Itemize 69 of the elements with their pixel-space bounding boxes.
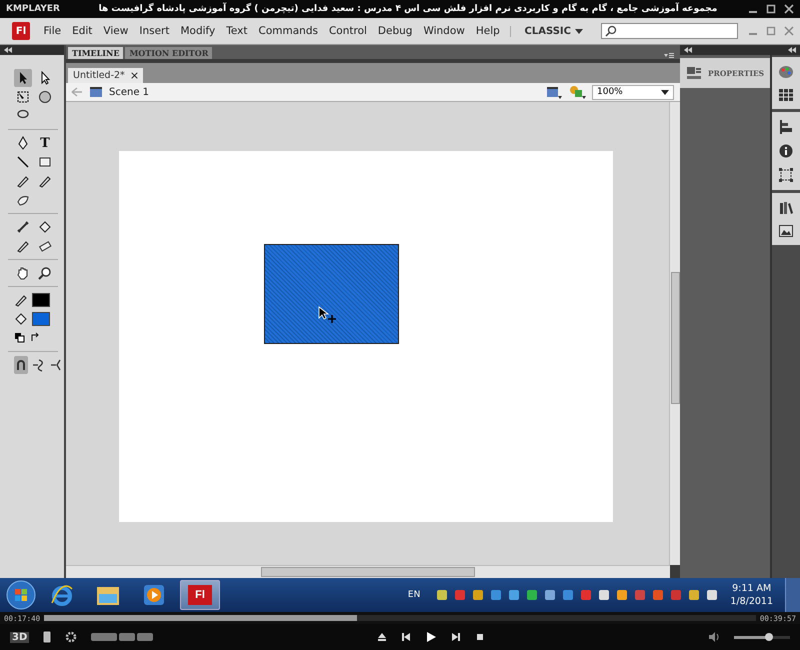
eject-icon[interactable]	[376, 632, 387, 642]
rectangle-shape[interactable]	[264, 244, 399, 344]
menu-item[interactable]: Insert	[134, 25, 175, 37]
app-logo: Fl	[12, 22, 30, 40]
properties-icon	[686, 66, 702, 80]
start-button-icon[interactable]	[6, 580, 36, 610]
maximize-icon[interactable]	[766, 4, 776, 14]
next-icon[interactable]	[450, 632, 461, 642]
shapes-icon[interactable]	[568, 85, 586, 99]
info-icon[interactable]	[779, 144, 794, 158]
scene-icon	[89, 86, 103, 98]
settings-icon[interactable]	[65, 631, 78, 643]
search-icon	[605, 25, 617, 37]
seek-bar[interactable]	[44, 615, 756, 621]
close-tab-button[interactable]: ×	[130, 69, 140, 82]
close-icon[interactable]	[784, 4, 794, 14]
3d-button[interactable]: 3D	[10, 632, 30, 642]
document-tab[interactable]: Untitled-2* ×	[68, 68, 144, 83]
menu-item[interactable]: Text	[220, 25, 254, 37]
caret-icon	[661, 90, 669, 94]
menu-item[interactable]: Control	[323, 25, 372, 37]
volume-slider[interactable]	[734, 636, 790, 638]
search-field[interactable]	[601, 23, 738, 39]
panel-tab[interactable]: MOTION EDITOR	[125, 47, 212, 59]
menu-item[interactable]: Edit	[66, 25, 98, 37]
menu-item[interactable]: Debug	[372, 25, 418, 37]
caret-icon	[575, 28, 583, 34]
zoom-dropdown[interactable]: 100%	[592, 84, 674, 100]
stroke-color-swatch[interactable]	[32, 293, 50, 307]
language-indicator[interactable]: EN	[408, 590, 420, 600]
menu-item[interactable]: File	[38, 25, 67, 37]
workspace-dropdown[interactable]: CLASSIC	[510, 26, 591, 36]
menu-item[interactable]: Modify	[174, 25, 221, 37]
panel-tab[interactable]: TIMELINE	[68, 47, 124, 59]
collapse-icon[interactable]	[4, 47, 12, 53]
move-cursor-icon	[318, 306, 338, 324]
menu-item[interactable]: Commands	[253, 25, 324, 37]
pencil-icon	[14, 293, 28, 307]
library-icon[interactable]	[779, 201, 794, 215]
collapse-icon[interactable]	[788, 47, 796, 53]
image-icon[interactable]	[779, 225, 794, 237]
edit-scene-icon[interactable]	[546, 85, 562, 99]
taskbar-app-button[interactable]: Fl	[180, 580, 220, 610]
default-colors-icon[interactable]	[14, 332, 26, 344]
bucket-icon	[14, 312, 28, 326]
player-logo: KMPLAYER	[6, 4, 61, 14]
horizontal-scrollbar[interactable]	[66, 565, 670, 578]
previous-icon[interactable]	[400, 632, 411, 642]
phone-icon[interactable]	[43, 631, 52, 643]
text-tool[interactable]: T	[36, 134, 54, 152]
palette-icon[interactable]	[778, 65, 794, 79]
transform-icon[interactable]	[779, 168, 794, 182]
stop-icon[interactable]	[474, 632, 485, 642]
vertical-scrollbar[interactable]	[669, 102, 680, 565]
panel-menu-icon[interactable]	[664, 53, 674, 59]
align-icon[interactable]	[779, 120, 794, 134]
arrow-tool-icon[interactable]	[14, 69, 32, 87]
clock[interactable]: 9:11 AM 1/8/2011	[730, 583, 773, 607]
menu-item[interactable]: Window	[418, 25, 470, 37]
collapse-icon[interactable]	[684, 47, 692, 53]
codec-tags-icon	[91, 633, 154, 641]
fill-color-swatch[interactable]	[32, 312, 50, 326]
rotate3d-tool-icon[interactable]	[36, 88, 54, 106]
scene-label: Scene 1	[109, 86, 150, 98]
menu-item[interactable]: View	[98, 25, 134, 37]
menu-item[interactable]: Help	[470, 25, 506, 37]
swatches-grid-icon[interactable]	[779, 89, 794, 101]
window-title: مجموعه آموزشی جامع ، گام به گام و کاربردی نرم افزار فلش سی اس ۴ مدرس : سعید فدایی (تیچرمن ) گروه آموزشی پادشاه گرافیست ها	[98, 4, 718, 14]
snap-option-icon[interactable]	[14, 356, 28, 374]
